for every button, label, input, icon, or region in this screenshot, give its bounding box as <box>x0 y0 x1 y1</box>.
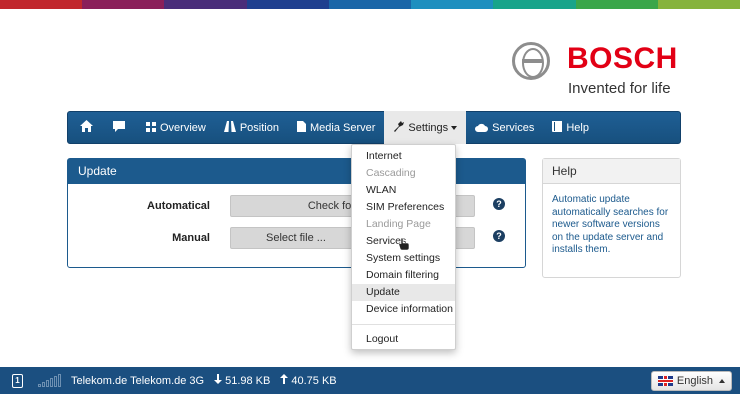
top-band-segment <box>493 0 576 9</box>
nav-settings-label: Settings <box>408 121 449 134</box>
help-panel: Help Automatic update automatically sear… <box>542 158 681 278</box>
nav-services-label: Services <box>492 121 535 134</box>
nav-overview-label: Overview <box>160 121 206 134</box>
manual-row: Manual Select file ... ? <box>68 227 525 249</box>
arrow-up-icon <box>280 374 289 387</box>
menu-divider <box>352 324 455 325</box>
cloud-icon <box>475 121 489 135</box>
nav-position[interactable]: Position <box>215 111 288 144</box>
network-name: Telekom.de Telekom.de 3G <box>71 374 205 387</box>
nav-home[interactable] <box>68 111 105 144</box>
uk-flag-icon <box>657 376 673 386</box>
menu-item-logout[interactable]: Logout <box>352 331 455 348</box>
upload-stat: 40.75 KB <box>280 374 337 387</box>
language-selector[interactable]: English <box>650 371 732 391</box>
update-panel: Update Automatical Check for updates ? M… <box>67 158 526 268</box>
sim-card-icon: 1 <box>12 373 23 388</box>
menu-item-device-information[interactable]: Device information <box>352 301 455 318</box>
book-icon <box>552 120 563 135</box>
nav-help[interactable]: Help <box>543 111 598 144</box>
top-band-segment <box>0 0 83 9</box>
home-icon <box>80 120 93 135</box>
caret-down-icon <box>451 125 458 130</box>
brand-tagline: Invented for life <box>568 80 671 97</box>
download-value: 51.98 KB <box>225 374 271 387</box>
question-icon[interactable]: ? <box>493 198 505 210</box>
nav-messages[interactable] <box>105 111 137 144</box>
top-band-segment <box>328 0 412 9</box>
menu-item-domain-filtering[interactable]: Domain filtering <box>352 267 455 284</box>
top-band-segment <box>411 0 494 9</box>
automatical-label: Automatical <box>147 200 210 212</box>
grid-icon <box>146 121 156 135</box>
menu-item-system-settings[interactable]: System settings <box>352 250 455 267</box>
nav-media-server[interactable]: Media Server <box>288 111 384 144</box>
question-icon[interactable]: ? <box>493 230 505 242</box>
signal-strength-icon <box>38 374 61 387</box>
top-band-segment <box>82 0 165 9</box>
update-panel-title: Update <box>68 159 525 184</box>
top-band-segment <box>575 0 658 9</box>
menu-item-landing-page: Landing Page <box>366 218 431 230</box>
road-icon <box>223 120 236 135</box>
menu-item-cascading: Cascading <box>366 167 416 179</box>
download-stat: 51.98 KB <box>214 374 270 387</box>
upload-value: 40.75 KB <box>291 374 337 387</box>
bosch-logo: BOSCH Invented for life <box>512 42 684 102</box>
arrow-down-icon <box>214 374 223 387</box>
nav-overview[interactable]: Overview <box>137 111 215 144</box>
file-icon <box>296 120 306 135</box>
wrench-icon <box>393 120 405 135</box>
nav-media-server-label: Media Server <box>309 121 376 134</box>
top-color-band <box>0 0 740 9</box>
automatical-row: Automatical Check for updates ? <box>68 195 525 217</box>
menu-item-internet[interactable]: Internet <box>352 148 455 165</box>
top-band-segment <box>246 0 329 9</box>
caret-up-icon <box>719 379 725 383</box>
language-label: English <box>676 375 713 387</box>
manual-label: Manual <box>172 232 210 244</box>
nav-help-label: Help <box>566 121 589 134</box>
menu-item-update[interactable]: Update <box>352 284 455 301</box>
top-band-segment <box>657 0 740 9</box>
nav-services[interactable]: Services <box>466 111 543 144</box>
main-navbar: Overview Position Media Server Settings … <box>67 111 681 144</box>
help-panel-text: Automatic update automatically searches … <box>552 194 669 255</box>
chat-icon <box>113 120 125 135</box>
hand-cursor-icon <box>398 237 410 251</box>
top-band-segment <box>164 0 247 9</box>
nav-settings[interactable]: Settings <box>384 111 467 144</box>
bosch-armature-icon <box>512 42 550 80</box>
menu-item-sim-preferences[interactable]: SIM Preferences <box>352 199 455 216</box>
menu-item-wlan[interactable]: WLAN <box>352 182 455 199</box>
help-panel-title: Help <box>543 159 680 184</box>
brand-name: BOSCH <box>567 42 678 75</box>
nav-position-label: Position <box>239 121 279 134</box>
status-footer: 1 Telekom.de Telekom.de 3G 51.98 KB 40.7… <box>0 367 740 394</box>
